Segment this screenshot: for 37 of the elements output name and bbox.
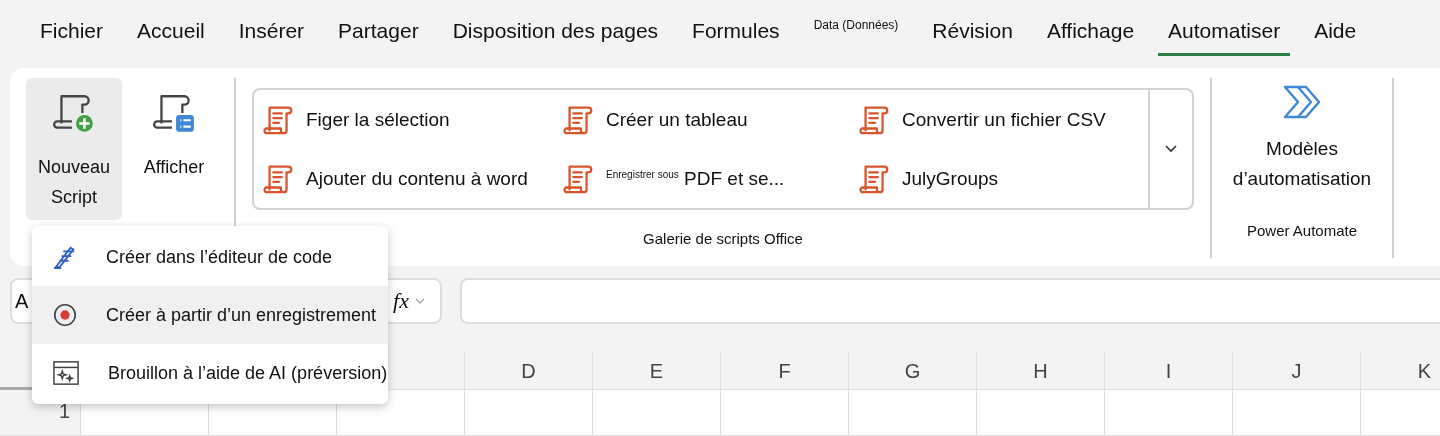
ribbon-tab[interactable]: Formules bbox=[682, 12, 790, 56]
grid-cell[interactable] bbox=[720, 390, 848, 436]
caret-icon bbox=[414, 298, 425, 304]
group-label: Power Automate bbox=[1246, 222, 1358, 239]
gallery-item[interactable]: Ajouter du contenu à word bbox=[262, 149, 562, 208]
record-icon bbox=[52, 302, 78, 328]
grid-cell[interactable] bbox=[1232, 390, 1360, 436]
gallery-item[interactable]: Convertir un fichier CSV bbox=[858, 90, 1148, 149]
ribbon-tab[interactable]: Révision bbox=[922, 12, 1023, 56]
gallery-item[interactable]: $^{Enregistrer sous}$ PDF et se... bbox=[562, 149, 858, 208]
formula-input[interactable] bbox=[460, 278, 1440, 324]
ribbon-tab[interactable]: Data (Données) bbox=[803, 11, 909, 57]
chevron-arrow-icon bbox=[1282, 84, 1322, 120]
ribbon-tab[interactable]: Aide bbox=[1304, 12, 1367, 56]
templates-button[interactable]: Modèles d’automatisation bbox=[1224, 84, 1380, 214]
grid-cell[interactable] bbox=[976, 390, 1104, 436]
ribbon-tab[interactable]: Fichier bbox=[30, 12, 113, 56]
menu-item[interactable]: Créer à partir d’un enregistrement bbox=[32, 286, 388, 344]
group-label: Galerie de scripts Office bbox=[643, 230, 803, 247]
ribbon-tab[interactable]: Insérer bbox=[228, 12, 315, 56]
grid-cell[interactable] bbox=[464, 390, 592, 436]
ribbon-tab[interactable]: Disposition des pages bbox=[442, 12, 669, 56]
grid-cell[interactable] bbox=[848, 390, 976, 436]
ribbon-tab[interactable]: Partager bbox=[328, 12, 429, 56]
sparkle-window-icon bbox=[52, 360, 80, 386]
ribbon-tab[interactable]: Accueil bbox=[127, 12, 215, 56]
ribbon-tab[interactable]: Affichage bbox=[1036, 12, 1145, 56]
script-button[interactable]: Afficher bbox=[126, 78, 222, 220]
pen-icon bbox=[52, 244, 78, 270]
gallery-item[interactable]: JulyGroups bbox=[858, 149, 1148, 208]
gallery-item[interactable]: Créer un tableau bbox=[562, 90, 858, 149]
chevron-down-icon bbox=[1165, 145, 1177, 153]
ribbon-tab[interactable]: Automatiser bbox=[1158, 12, 1291, 56]
grid-cell[interactable] bbox=[592, 390, 720, 436]
gallery-item[interactable]: Figer la sélection bbox=[262, 90, 562, 149]
script-button[interactable]: Nouveau Script bbox=[26, 78, 122, 220]
grid-cell[interactable] bbox=[1104, 390, 1232, 436]
